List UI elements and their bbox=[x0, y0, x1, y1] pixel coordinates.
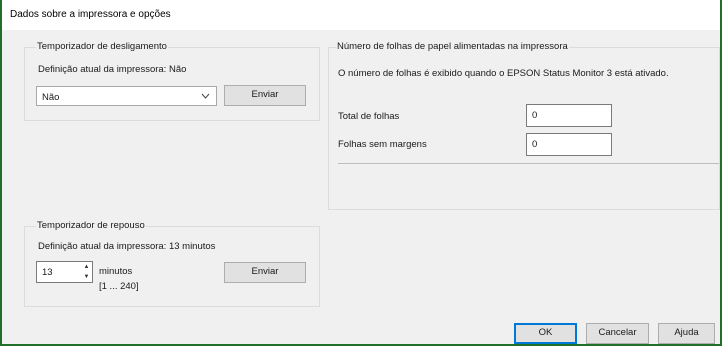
sleep-timer-group-label: Temporizador de repouso bbox=[36, 220, 146, 231]
shutdown-timer-select[interactable]: Não bbox=[36, 86, 217, 106]
sleep-timer-stepper[interactable]: 13 ▲ ▼ bbox=[36, 261, 93, 283]
sleep-current-setting: Definição atual da impressora: 13 minuto… bbox=[38, 241, 216, 252]
sheets-info-text: O número de folhas é exibido quando o EP… bbox=[338, 68, 669, 79]
sleep-timer-value: 13 bbox=[42, 267, 53, 278]
ok-button[interactable]: OK bbox=[514, 323, 577, 344]
shutdown-send-button[interactable]: Enviar bbox=[224, 85, 306, 106]
shutdown-current-setting: Definição atual da impressora: Não bbox=[38, 64, 187, 75]
borderless-sheets-field: 0 bbox=[526, 133, 612, 156]
help-button[interactable]: Ajuda bbox=[658, 323, 715, 344]
sleep-timer-range: [1 ... 240] bbox=[99, 281, 139, 292]
shutdown-timer-group: Temporizador de desligamento bbox=[24, 41, 320, 121]
sheets-divider bbox=[338, 163, 719, 164]
dialog-title: Dados sobre a impressora e opções bbox=[10, 9, 171, 20]
spin-up-icon[interactable]: ▲ bbox=[82, 262, 91, 272]
total-sheets-field: 0 bbox=[526, 104, 612, 127]
printer-info-dialog: Dados sobre a impressora e opções Tempor… bbox=[0, 0, 722, 346]
sleep-timer-unit: minutos bbox=[99, 266, 133, 277]
total-sheets-value: 0 bbox=[532, 110, 538, 121]
shutdown-timer-group-label: Temporizador de desligamento bbox=[36, 41, 168, 52]
cancel-button[interactable]: Cancelar bbox=[586, 323, 649, 344]
chevron-down-icon bbox=[201, 90, 210, 104]
spin-down-icon[interactable]: ▼ bbox=[82, 272, 91, 282]
borderless-sheets-label: Folhas sem margens bbox=[338, 139, 427, 150]
shutdown-timer-select-value: Não bbox=[42, 92, 60, 103]
total-sheets-label: Total de folhas bbox=[338, 111, 400, 122]
borderless-sheets-value: 0 bbox=[532, 139, 538, 150]
title-bar: Dados sobre a impressora e opções bbox=[2, 0, 720, 30]
sheets-group-label: Número de folhas de papel alimentadas na… bbox=[336, 41, 569, 52]
sleep-send-button[interactable]: Enviar bbox=[224, 262, 306, 283]
